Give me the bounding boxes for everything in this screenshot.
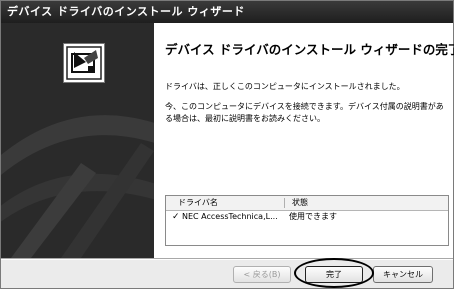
title-bar: デバイス ドライバのインストール ウィザード bbox=[1, 1, 453, 23]
driver-name-cell: NEC AccessTechnica,L... bbox=[182, 212, 278, 221]
install-box-icon bbox=[63, 43, 105, 83]
column-divider[interactable] bbox=[284, 198, 285, 208]
driver-list[interactable]: ドライバ名 状態 ✓ NEC AccessTechnica,L... 使用できま… bbox=[165, 195, 449, 246]
install-complete-message: ドライバは、正しくこのコンピュータにインストールされました。 bbox=[165, 82, 405, 91]
footer-separator-highlight bbox=[1, 259, 453, 260]
driver-row[interactable]: ✓ NEC AccessTechnica,L... 使用できます bbox=[168, 211, 446, 223]
column-driver-name[interactable]: ドライバ名 bbox=[178, 196, 218, 210]
column-status[interactable]: 状態 bbox=[292, 196, 308, 210]
driver-list-header: ドライバ名 状態 bbox=[166, 196, 448, 211]
finish-highlight-circle bbox=[294, 258, 374, 288]
wizard-content: デバイス ドライバのインストール ウィザードの完了 ドライバは、正しくこのコンピ… bbox=[154, 23, 454, 258]
wizard-heading: デバイス ドライバのインストール ウィザードの完了 bbox=[165, 42, 454, 57]
driver-status-cell: 使用できます bbox=[289, 212, 337, 221]
back-button[interactable]: < 戻る(B) bbox=[233, 266, 291, 283]
cancel-button[interactable]: キャンセル bbox=[373, 266, 433, 283]
connect-device-message: 今、このコンピュータにデバイスを接続できます。デバイス付属の説明書がある場合は、… bbox=[165, 102, 444, 123]
wizard-side-graphic bbox=[1, 23, 154, 258]
check-icon: ✓ bbox=[172, 212, 180, 222]
wizard-window: デバイス ドライバのインストール ウィザード デバイス ドライバのインストール … bbox=[0, 0, 454, 289]
